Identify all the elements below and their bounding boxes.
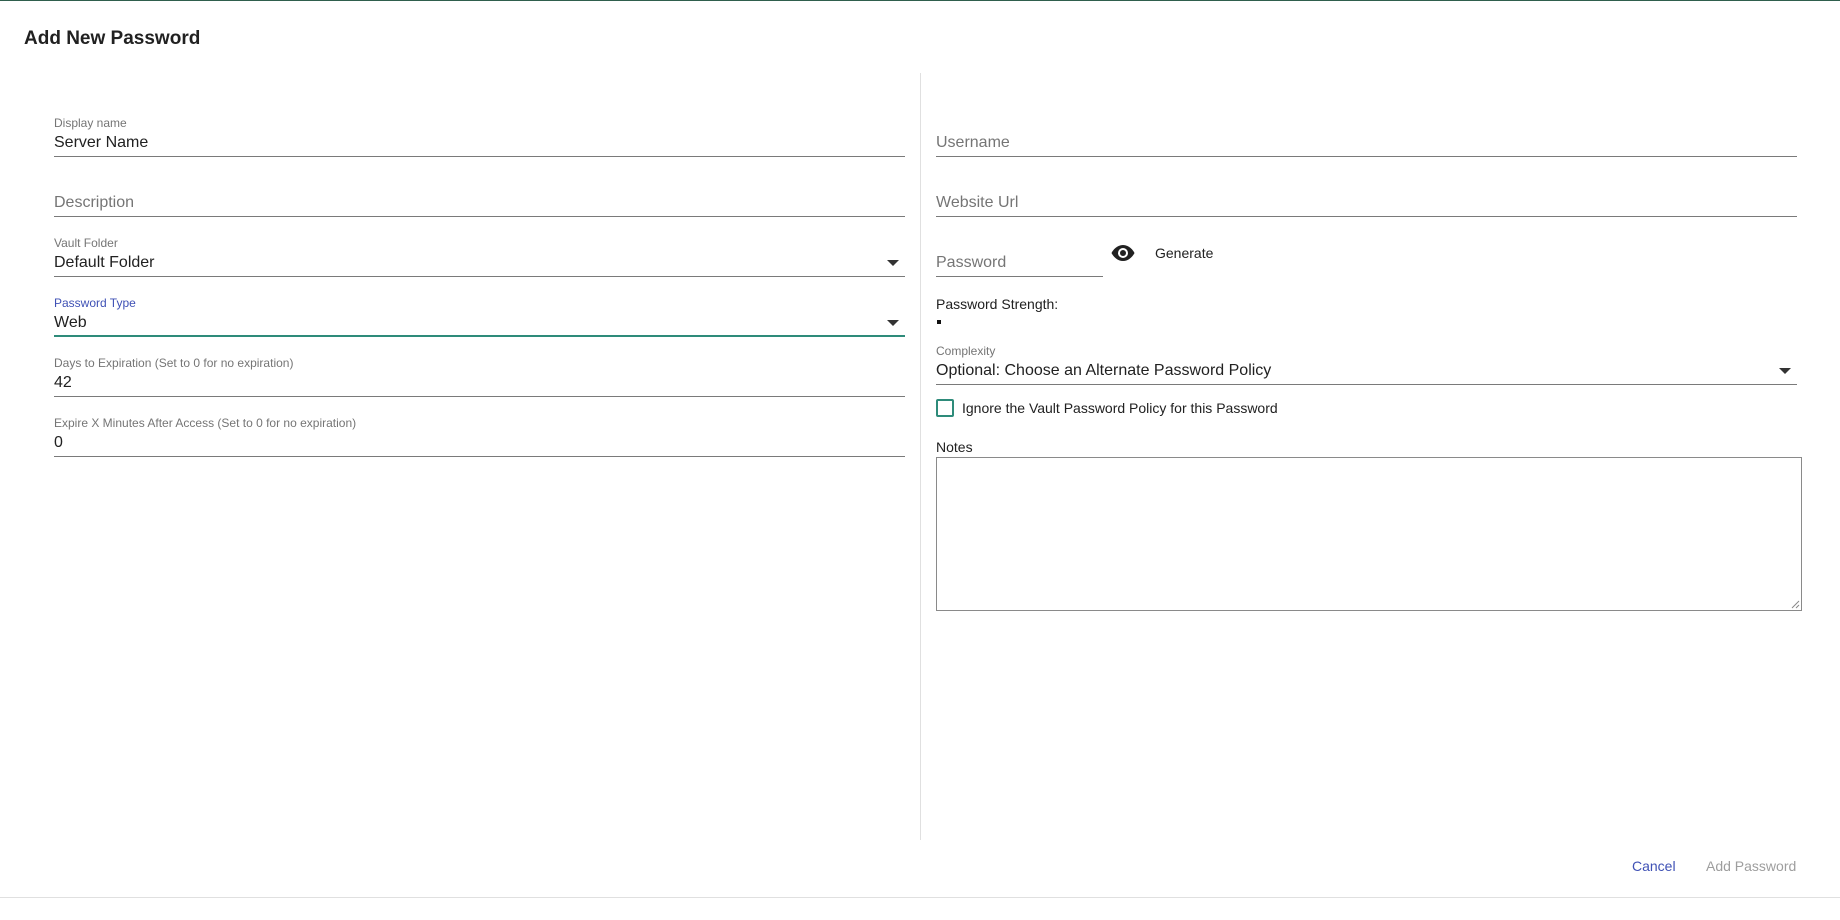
column-divider: [920, 73, 921, 840]
ignore-policy-checkbox[interactable]: [936, 399, 954, 417]
username-field[interactable]: Username: [936, 116, 1797, 158]
generate-button[interactable]: Generate: [1155, 245, 1213, 261]
display-name-label: Display name: [54, 116, 127, 130]
add-password-dialog: Add New Password Display name Server Nam…: [0, 0, 1840, 898]
add-password-button[interactable]: Add Password: [1706, 858, 1796, 874]
complexity-underline: [936, 384, 1797, 385]
password-type-select[interactable]: Password Type Web: [54, 296, 905, 338]
chevron-down-icon[interactable]: [887, 320, 899, 326]
description-underline: [54, 216, 905, 217]
password-type-underline: [54, 335, 905, 337]
days-to-expiration-underline: [54, 396, 905, 397]
password-strength-label: Password Strength:: [936, 296, 1059, 312]
days-to-expiration-field[interactable]: Days to Expiration (Set to 0 for no expi…: [54, 356, 905, 398]
days-to-expiration-input[interactable]: 42: [54, 372, 72, 394]
complexity-label: Complexity: [936, 344, 996, 358]
password-strength-meter: [937, 320, 941, 324]
username-input[interactable]: Username: [936, 132, 1010, 154]
password-input[interactable]: Password: [936, 252, 1006, 274]
username-underline: [936, 156, 1797, 157]
display-name-field[interactable]: Display name Server Name: [54, 116, 905, 158]
website-url-field[interactable]: Website Url: [936, 176, 1797, 218]
password-underline: [936, 276, 1103, 277]
expire-minutes-label: Expire X Minutes After Access (Set to 0 …: [54, 416, 357, 430]
vault-folder-underline: [54, 276, 905, 277]
expire-minutes-input[interactable]: 0: [54, 432, 63, 454]
complexity-value[interactable]: Optional: Choose an Alternate Password P…: [936, 360, 1271, 382]
expire-minutes-field[interactable]: Expire X Minutes After Access (Set to 0 …: [54, 416, 905, 458]
website-url-underline: [936, 216, 1797, 217]
vault-folder-select[interactable]: Vault Folder Default Folder: [54, 236, 905, 278]
description-field[interactable]: Description: [54, 176, 905, 218]
cancel-button[interactable]: Cancel: [1632, 858, 1676, 874]
website-url-input[interactable]: Website Url: [936, 192, 1018, 214]
eye-icon[interactable]: [1111, 244, 1135, 262]
dialog-title: Add New Password: [24, 28, 201, 49]
chevron-down-icon[interactable]: [887, 260, 899, 266]
days-to-expiration-label: Days to Expiration (Set to 0 for no expi…: [54, 356, 294, 370]
vault-folder-value[interactable]: Default Folder: [54, 252, 155, 274]
chevron-down-icon[interactable]: [1779, 368, 1791, 374]
complexity-select[interactable]: Complexity Optional: Choose an Alternate…: [936, 344, 1797, 386]
notes-textarea[interactable]: [936, 457, 1802, 611]
password-field[interactable]: Password: [936, 236, 1103, 278]
resize-handle-icon[interactable]: [1790, 599, 1800, 609]
vault-folder-label: Vault Folder: [54, 236, 118, 250]
expire-minutes-underline: [54, 456, 905, 457]
notes-label: Notes: [936, 439, 973, 455]
password-type-label: Password Type: [54, 296, 136, 310]
ignore-policy-label[interactable]: Ignore the Vault Password Policy for thi…: [962, 400, 1278, 416]
password-type-value[interactable]: Web: [54, 312, 87, 334]
description-input[interactable]: Description: [54, 192, 134, 214]
display-name-input[interactable]: Server Name: [54, 132, 148, 154]
dialog-bottom-border: [0, 897, 1840, 898]
display-name-underline: [54, 156, 905, 157]
